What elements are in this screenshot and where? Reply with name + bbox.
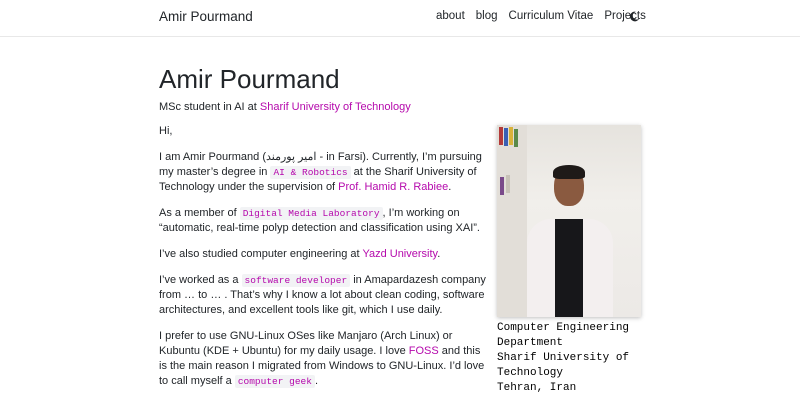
caption-line: Computer Engineering [497, 322, 630, 334]
profile-photo [497, 125, 641, 317]
subtitle-text: MSc student in AI at [159, 101, 260, 113]
caption-line: Department [497, 337, 564, 349]
caption-line: Technology [497, 367, 564, 379]
person-undershirt [555, 219, 583, 317]
paragraph-work: I’ve worked as a software developer in A… [159, 273, 489, 318]
bookshelf-background [497, 125, 527, 317]
nav-menu: about blog Curriculum Vitae Projects [436, 10, 646, 22]
paragraph-lab: As a member of Digital Media Laboratory,… [159, 206, 489, 236]
p5-text-3: . [314, 375, 318, 387]
caption-line: Tehran, Iran [497, 382, 577, 394]
p3-text-2: . [437, 248, 441, 260]
moon-icon[interactable] [629, 11, 640, 22]
paragraph-education: I’ve also studied computer engineering a… [159, 247, 489, 262]
software-developer-tag: software developer [241, 274, 351, 287]
p1-text-3: . [448, 181, 452, 193]
greeting: Hi, [159, 125, 173, 137]
computer-geek-tag: computer geek [234, 375, 315, 388]
person-hair [553, 165, 585, 179]
supervisor-link[interactable]: Prof. Hamid R. Rabiee [338, 181, 448, 193]
sharif-link[interactable]: Sharif University of Technology [260, 101, 411, 113]
nav-item-about[interactable]: about [436, 10, 465, 22]
navbar: Amir Pourmand about blog Curriculum Vita… [0, 0, 800, 37]
ai-robotics-tag: AI & Robotics [270, 166, 351, 179]
p3-text: I’ve also studied computer engineering a… [159, 248, 363, 260]
profile-caption: Computer Engineering Department Sharif U… [497, 321, 629, 396]
yazd-link[interactable]: Yazd University [362, 248, 437, 260]
page-subtitle: MSc student in AI at Sharif University o… [159, 101, 411, 113]
nav-item-blog[interactable]: blog [476, 10, 498, 22]
foss-link[interactable]: FOSS [409, 345, 439, 357]
page-title: Amir Pourmand [159, 64, 340, 94]
paragraph-linux: I prefer to use GNU-Linux OSes like Manj… [159, 329, 489, 389]
caption-line: Sharif University of [497, 352, 630, 364]
dml-tag: Digital Media Laboratory [239, 207, 383, 220]
about-text: Hi, I am Amir Pourmand (امیر پورمند - in… [159, 124, 489, 400]
p2-text: As a member of [159, 207, 240, 219]
p4-text: I’ve worked as a [159, 274, 242, 286]
nav-item-cv[interactable]: Curriculum Vitae [509, 10, 594, 22]
site-brand[interactable]: Amir Pourmand [159, 9, 253, 24]
paragraph-intro: I am Amir Pourmand (امیر پورمند - in Far… [159, 150, 489, 195]
